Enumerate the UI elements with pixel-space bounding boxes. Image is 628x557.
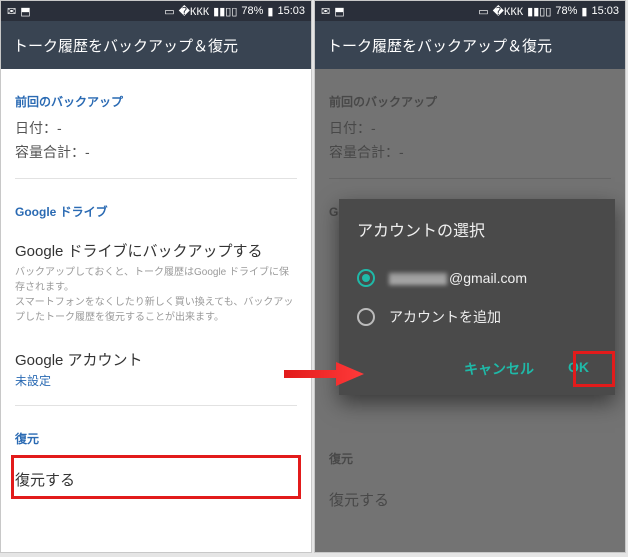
radio-unselected-icon xyxy=(357,308,375,326)
content: 前回のバックアップ 日付：- 容量合計：- Google ドライブ Google… xyxy=(1,93,311,504)
last-backup-header: 前回のバックアップ xyxy=(15,93,297,110)
email-suffix: @gmail.com xyxy=(449,270,527,286)
clock: 15:03 xyxy=(591,5,619,17)
mail-icon: ✉ xyxy=(7,5,16,18)
backup-size: 容量合計：- xyxy=(15,142,297,162)
restore-header: 復元 xyxy=(15,430,297,447)
battery-percent: 78% xyxy=(241,5,263,17)
account-option-1[interactable]: @gmail.com xyxy=(357,259,597,297)
backup-description: バックアップしておくと、トーク履歴はGoogle ドライブに保存されます。 スマ… xyxy=(15,265,297,325)
phone-right: ✉ ⬒ ▭ �ККК ▮▮▯▯ 78% ▮ 15:03 トーク履歴をバックアップ… xyxy=(314,0,626,553)
redacted-mask xyxy=(389,273,447,285)
status-bar: ✉ ⬒ ▭ �ККК ▮▮▯▯ 78% ▮ 15:03 xyxy=(315,1,625,21)
app-bar: トーク履歴をバックアップ＆復元 xyxy=(1,21,311,69)
divider xyxy=(15,405,297,406)
account-email: @gmail.com xyxy=(389,270,527,286)
signal-icon: ▮▮▯▯ xyxy=(213,5,237,18)
account-status: 未設定 xyxy=(15,372,297,389)
wifi-icon: �ККК xyxy=(179,5,210,18)
phone-left: ✉ ⬒ ▭ �ККК ▮▮▯▯ 78% ▮ 15:03 トーク履歴をバックアップ… xyxy=(0,0,312,553)
clock: 15:03 xyxy=(277,5,305,17)
vibrate-icon: ▭ xyxy=(478,5,488,18)
page-title: トーク履歴をバックアップ＆復元 xyxy=(13,35,238,56)
account-select-dialog: アカウントの選択 @gmail.com アカウントを追加 キャンセル OK xyxy=(339,199,615,395)
restore-button[interactable]: 復元する xyxy=(15,455,297,504)
add-account-option[interactable]: アカウントを追加 xyxy=(357,297,597,337)
battery-icon: ▮ xyxy=(581,5,587,18)
vibrate-icon: ▭ xyxy=(164,5,174,18)
dialog-title: アカウントの選択 xyxy=(357,217,597,241)
drive-header: Google ドライブ xyxy=(15,203,297,220)
radio-selected-icon xyxy=(357,269,375,287)
signal-icon: ▮▮▯▯ xyxy=(527,5,551,18)
backup-date: 日付：- xyxy=(15,118,297,138)
status-bar: ✉ ⬒ ▭ �ККК ▮▮▯▯ 78% ▮ 15:03 xyxy=(1,1,311,21)
mail-icon: ✉ xyxy=(321,5,330,18)
google-account-row[interactable]: Google アカウント xyxy=(15,349,297,370)
ok-button[interactable]: OK xyxy=(560,353,597,385)
dropbox-icon: ⬒ xyxy=(20,5,30,18)
cancel-button[interactable]: キャンセル xyxy=(456,353,542,385)
dropbox-icon: ⬒ xyxy=(334,5,344,18)
wifi-icon: �ККК xyxy=(493,5,524,18)
battery-icon: ▮ xyxy=(267,5,273,18)
page-title: トーク履歴をバックアップ＆復元 xyxy=(327,35,552,56)
app-bar: トーク履歴をバックアップ＆復元 xyxy=(315,21,625,69)
battery-percent: 78% xyxy=(555,5,577,17)
add-account-label: アカウントを追加 xyxy=(389,307,501,327)
backup-to-drive[interactable]: Google ドライブにバックアップする xyxy=(15,240,297,261)
divider xyxy=(15,178,297,179)
